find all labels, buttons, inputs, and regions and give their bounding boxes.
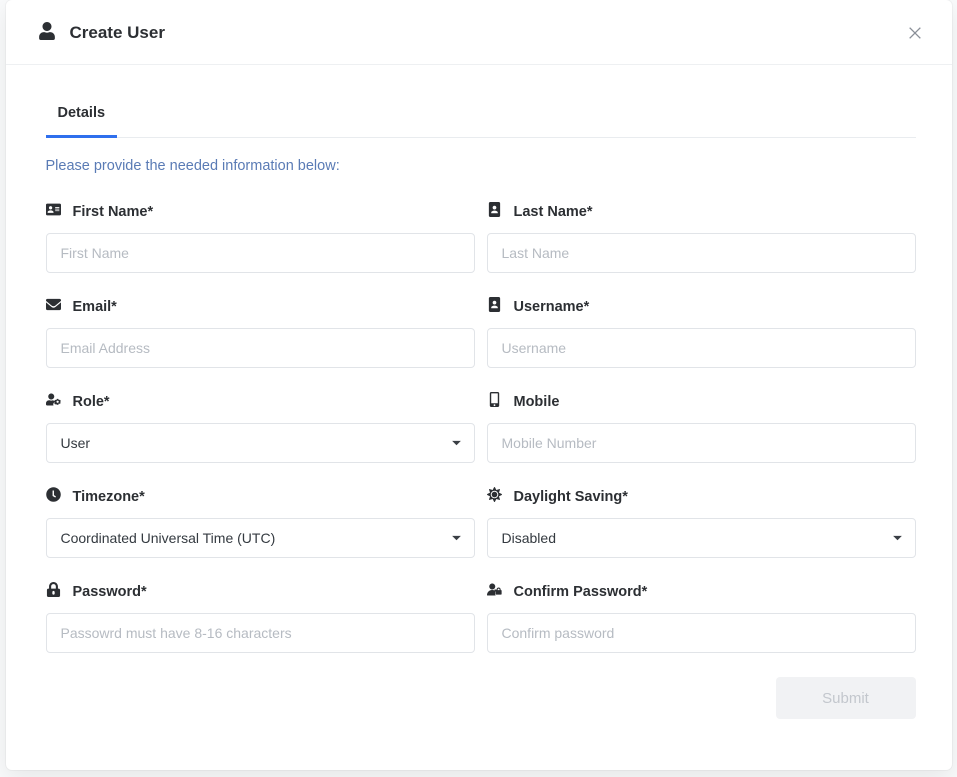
tab-details[interactable]: Details (46, 93, 118, 138)
password-input[interactable] (46, 613, 475, 653)
timezone-label: Timezone* (46, 487, 475, 506)
role-select[interactable]: User (46, 423, 475, 463)
envelope-icon (46, 297, 61, 316)
timezone-group: Timezone* Coordinated Universal Time (UT… (46, 487, 475, 558)
first-name-input[interactable] (46, 233, 475, 273)
username-group: Username* (487, 297, 916, 368)
dst-select[interactable]: Disabled (487, 518, 916, 558)
modal-body: Details Please provide the needed inform… (6, 65, 952, 653)
last-name-input[interactable] (487, 233, 916, 273)
instruction-text: Please provide the needed information be… (46, 158, 916, 174)
clock-icon (46, 487, 61, 506)
user-icon (38, 22, 56, 45)
username-label: Username* (487, 297, 916, 316)
password-group: Password* (46, 582, 475, 653)
last-name-label-text: Last Name* (514, 204, 593, 220)
first-name-label: First Name* (46, 202, 475, 221)
role-label-text: Role* (73, 394, 110, 410)
confirm-label: Confirm Password* (487, 582, 916, 601)
timezone-select[interactable]: Coordinated Universal Time (UTC) (46, 518, 475, 558)
modal-title: Create User (38, 22, 165, 45)
tabs: Details (46, 93, 916, 138)
mobile-icon (487, 392, 502, 411)
id-card-icon (46, 202, 61, 221)
email-label: Email* (46, 297, 475, 316)
close-icon (907, 25, 923, 41)
modal-title-text: Create User (70, 23, 165, 43)
modal-footer: Submit (6, 653, 952, 747)
dst-label-text: Daylight Saving* (514, 489, 628, 505)
mobile-label: Mobile (487, 392, 916, 411)
role-group: Role* User (46, 392, 475, 463)
username-label-text: Username* (514, 299, 590, 315)
timezone-label-text: Timezone* (73, 489, 145, 505)
email-group: Email* (46, 297, 475, 368)
user-lock-icon (487, 582, 502, 601)
close-button[interactable] (902, 20, 928, 46)
last-name-label: Last Name* (487, 202, 916, 221)
confirm-group: Confirm Password* (487, 582, 916, 653)
mobile-input[interactable] (487, 423, 916, 463)
badge-icon (487, 202, 502, 221)
mobile-label-text: Mobile (514, 394, 560, 410)
modal-header: Create User (6, 0, 952, 65)
last-name-group: Last Name* (487, 202, 916, 273)
mobile-group: Mobile (487, 392, 916, 463)
username-input[interactable] (487, 328, 916, 368)
create-user-modal: Create User Details Please provide the n… (6, 0, 952, 770)
user-gear-icon (46, 392, 61, 411)
form-grid: First Name* Last Name* (46, 202, 916, 653)
confirm-input[interactable] (487, 613, 916, 653)
password-label: Password* (46, 582, 475, 601)
email-input[interactable] (46, 328, 475, 368)
sun-icon (487, 487, 502, 506)
confirm-label-text: Confirm Password* (514, 584, 648, 600)
email-label-text: Email* (73, 299, 117, 315)
role-label: Role* (46, 392, 475, 411)
password-label-text: Password* (73, 584, 147, 600)
dst-group: Daylight Saving* Disabled (487, 487, 916, 558)
dst-label: Daylight Saving* (487, 487, 916, 506)
first-name-label-text: First Name* (73, 204, 154, 220)
contact-icon (487, 297, 502, 316)
submit-button[interactable]: Submit (776, 677, 916, 719)
first-name-group: First Name* (46, 202, 475, 273)
lock-icon (46, 582, 61, 601)
